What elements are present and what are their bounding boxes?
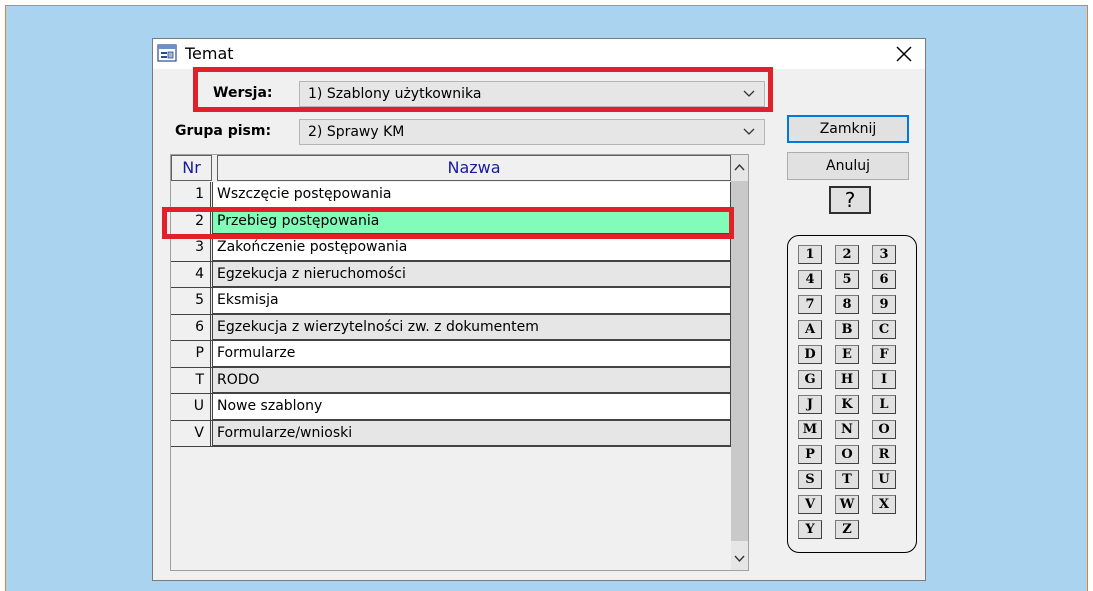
letter-key[interactable]: P: [798, 445, 822, 464]
anuluj-button[interactable]: Anuluj: [787, 152, 909, 180]
table-row[interactable]: T RODO: [171, 367, 731, 394]
table-row[interactable]: P Formularze: [171, 341, 731, 368]
row-nr: T: [171, 367, 211, 393]
letter-key[interactable]: 3: [872, 245, 896, 264]
row-name: Eksmisja: [212, 288, 731, 314]
letter-key[interactable]: M: [798, 420, 822, 439]
close-icon: [896, 46, 912, 62]
temat-list[interactable]: Nr Nazwa 1 Wszczęcie postępowania 2 Przebie…: [170, 154, 749, 571]
letter-key[interactable]: N: [835, 420, 859, 439]
letter-key[interactable]: T: [835, 470, 859, 489]
letter-key[interactable]: 1: [798, 245, 822, 264]
window-title: Temat: [185, 44, 234, 63]
row-nr: V: [171, 420, 211, 446]
title-bar[interactable]: Temat: [153, 39, 925, 69]
letter-key[interactable]: G: [798, 370, 822, 389]
letter-key[interactable]: W: [835, 495, 859, 514]
letter-key[interactable]: 2: [835, 245, 859, 264]
row-nr: P: [171, 341, 211, 367]
wersja-label: Wersja:: [213, 85, 273, 101]
letter-key[interactable]: B: [835, 320, 859, 339]
letter-key[interactable]: F: [872, 345, 896, 364]
column-header-nr[interactable]: Nr: [171, 155, 212, 181]
letter-key[interactable]: I: [872, 370, 896, 389]
wersja-value: 1) Szablony użytkownika: [308, 86, 482, 102]
letter-key[interactable]: H: [835, 370, 859, 389]
grupa-select[interactable]: 2) Sprawy KM: [299, 119, 765, 145]
window-app-icon: [157, 44, 177, 62]
list-header: Nr Nazwa: [171, 155, 731, 181]
row-nr: 4: [171, 261, 211, 287]
letter-key[interactable]: 6: [872, 270, 896, 289]
row-name: Zakończenie postępowania: [212, 235, 731, 261]
letter-key[interactable]: Y: [798, 520, 822, 539]
row-name: Formularze/wnioski: [212, 420, 731, 446]
row-name: Egzekucja z wierzytelności zw. z dokumen…: [212, 314, 731, 340]
letter-keypad: 123456789ABCDEFGHIJKLMNOPORSTUVWXYZ: [787, 235, 917, 553]
letter-key[interactable]: O: [872, 420, 896, 439]
table-row[interactable]: 5 Eksmisja: [171, 288, 731, 315]
zamknij-button[interactable]: Zamknij: [787, 115, 909, 143]
letter-key[interactable]: 7: [798, 295, 822, 314]
letter-key[interactable]: L: [872, 395, 896, 414]
row-name: Przebieg postępowania: [212, 208, 731, 234]
row-name: Egzekucja z nieruchomości: [212, 261, 731, 287]
row-name: Nowe szablony: [212, 394, 731, 420]
scrollbar-thumb[interactable]: [731, 181, 748, 541]
letter-key[interactable]: D: [798, 345, 822, 364]
letter-key[interactable]: E: [835, 345, 859, 364]
table-row[interactable]: 6 Egzekucja z wierzytelności zw. z dokume…: [171, 314, 731, 341]
letter-key[interactable]: C: [872, 320, 896, 339]
letter-key[interactable]: R: [872, 445, 896, 464]
vertical-scrollbar[interactable]: [731, 155, 748, 570]
table-row[interactable]: V Formularze/wnioski: [171, 420, 731, 447]
letter-key[interactable]: V: [798, 495, 822, 514]
list-rows: 1 Wszczęcie postępowania 2 Przebieg postępo…: [171, 182, 731, 447]
row-nr: 5: [171, 288, 211, 314]
letter-key[interactable]: A: [798, 320, 822, 339]
grupa-value: 2) Sprawy KM: [308, 124, 405, 140]
table-row[interactable]: 2 Przebieg postępowania: [171, 208, 731, 235]
letter-key[interactable]: 8: [835, 295, 859, 314]
row-nr: 2: [171, 208, 211, 234]
letter-key[interactable]: K: [835, 395, 859, 414]
scroll-down-icon[interactable]: [731, 547, 748, 569]
scroll-up-icon[interactable]: [731, 157, 748, 179]
letter-key[interactable]: 4: [798, 270, 822, 289]
row-name: RODO: [212, 367, 731, 393]
row-nr: U: [171, 394, 211, 420]
grupa-label: Grupa pism:: [175, 123, 272, 139]
screen-background: Temat Wersja: 1) Szablony użytkownika Gr…: [5, 5, 1088, 591]
letter-key[interactable]: 5: [835, 270, 859, 289]
row-name: Wszczęcie postępowania: [212, 182, 731, 208]
letter-key[interactable]: J: [798, 395, 822, 414]
letter-key[interactable]: S: [798, 470, 822, 489]
help-button[interactable]: ?: [829, 186, 871, 214]
chevron-down-icon: [743, 128, 755, 135]
close-button[interactable]: [891, 41, 917, 67]
letter-key[interactable]: X: [872, 495, 896, 514]
letter-key[interactable]: 9: [872, 295, 896, 314]
row-nr: 3: [171, 235, 211, 261]
letter-key[interactable]: O: [835, 445, 859, 464]
temat-dialog: Temat Wersja: 1) Szablony użytkownika Gr…: [152, 38, 926, 581]
letter-key[interactable]: U: [872, 470, 896, 489]
row-nr: 6: [171, 314, 211, 340]
letter-key[interactable]: Z: [835, 520, 859, 539]
chevron-down-icon: [743, 90, 755, 97]
table-row[interactable]: 3 Zakończenie postępowania: [171, 235, 731, 262]
wersja-select[interactable]: 1) Szablony użytkownika: [299, 81, 765, 107]
table-row[interactable]: U Nowe szablony: [171, 394, 731, 421]
table-row[interactable]: 4 Egzekucja z nieruchomości: [171, 261, 731, 288]
table-row[interactable]: 1 Wszczęcie postępowania: [171, 182, 731, 209]
row-name: Formularze: [212, 341, 731, 367]
column-header-nazwa[interactable]: Nazwa: [217, 155, 731, 181]
row-nr: 1: [171, 182, 211, 208]
